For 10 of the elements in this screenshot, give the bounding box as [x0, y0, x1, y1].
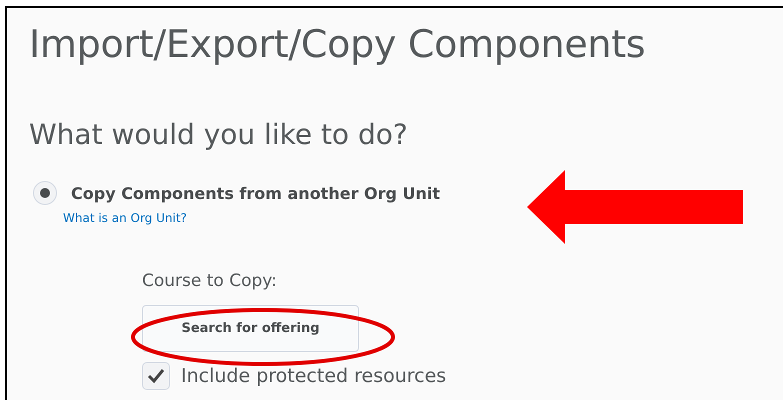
help-link[interactable]: What is an Org Unit?: [63, 211, 783, 225]
checkbox[interactable]: [142, 362, 170, 390]
section-heading: What would you like to do?: [29, 118, 409, 151]
radio-button[interactable]: [33, 181, 57, 205]
check-icon: [147, 368, 165, 384]
search-button[interactable]: Search for offering: [142, 305, 359, 352]
option-label: Copy Components from another Org Unit: [71, 184, 440, 202]
checkbox-label: Include protected resources: [181, 366, 446, 386]
page-title: Import/Export/Copy Components: [29, 22, 646, 66]
field-label: Course to Copy:: [142, 271, 277, 291]
